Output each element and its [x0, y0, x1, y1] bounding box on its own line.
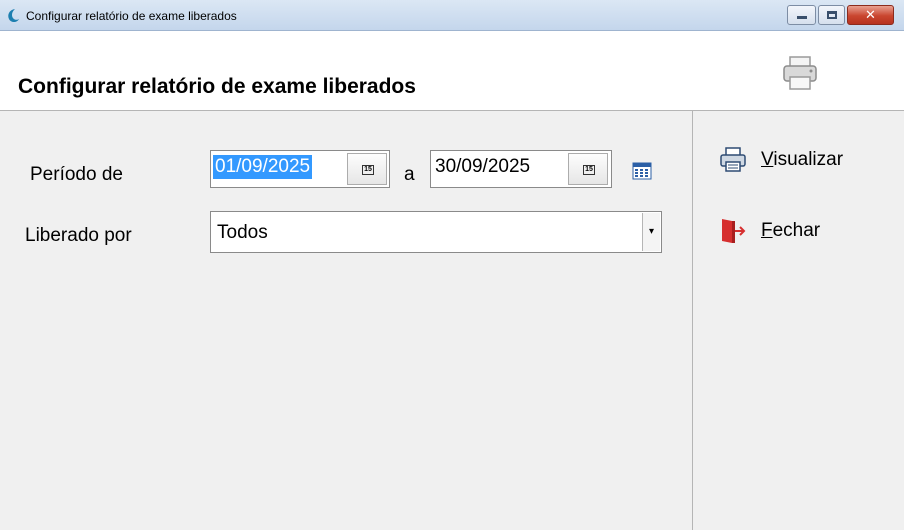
date-to-value: 30/09/2025: [435, 156, 531, 177]
date-to-calendar-button[interactable]: 15: [568, 153, 608, 185]
visualizar-label: isualizar: [773, 149, 844, 170]
fechar-accesskey: F: [761, 220, 773, 241]
dropdown-arrow-icon[interactable]: ▾: [642, 213, 660, 251]
minimize-icon: [797, 16, 807, 19]
close-icon: ✕: [865, 7, 876, 22]
period-separator: a: [404, 164, 415, 185]
panel-divider: [692, 111, 693, 530]
liberado-label: Liberado por: [25, 225, 132, 246]
calendar-icon: 15: [583, 165, 595, 175]
header: Configurar relatório de exame liberados: [0, 31, 904, 111]
fechar-label: echar: [772, 220, 821, 241]
calendar-icon: 15: [362, 165, 374, 175]
minimize-button[interactable]: [787, 5, 816, 25]
visualizar-button[interactable]: Visualizar: [718, 143, 878, 177]
maximize-icon: [827, 11, 837, 19]
calendar-grid-icon[interactable]: [632, 162, 652, 180]
printer-icon: [720, 147, 746, 172]
date-from-value: 01/09/2025: [213, 155, 313, 179]
liberado-por-value: Todos: [217, 222, 268, 243]
maximize-button[interactable]: [818, 5, 845, 25]
printer-icon[interactable]: [780, 53, 820, 93]
liberado-por-select[interactable]: Todos ▾: [210, 211, 662, 253]
page-title: Configurar relatório de exame liberados: [18, 75, 416, 98]
window-title: Configurar relatório de exame liberados: [26, 9, 237, 23]
app-icon: [8, 9, 19, 22]
title-bar[interactable]: Configurar relatório de exame liberados …: [0, 0, 904, 31]
date-to-field[interactable]: 30/09/2025 15: [430, 150, 612, 188]
periodo-label: Período de: [30, 164, 123, 185]
visualizar-accesskey: V: [761, 149, 774, 170]
date-from-field[interactable]: 01/09/2025 15: [210, 150, 390, 188]
date-from-calendar-button[interactable]: 15: [347, 153, 387, 185]
exit-door-icon: [722, 219, 746, 243]
close-button[interactable]: ✕: [847, 5, 894, 25]
fechar-button[interactable]: Fechar: [718, 214, 878, 248]
